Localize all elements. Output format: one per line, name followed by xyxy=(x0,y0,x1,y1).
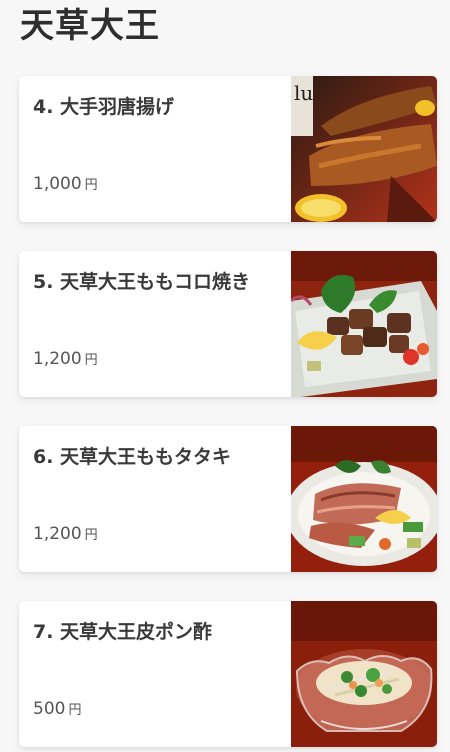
svg-text:lu: lu xyxy=(294,81,313,105)
menu-item-card[interactable]: 4. 大手羽唐揚げ 1,000 円 lu xyxy=(19,76,437,222)
price-value: 1,200 xyxy=(33,524,82,544)
price-unit: 円 xyxy=(84,178,98,193)
grilled-chicken-thigh-cubes-photo[interactable] xyxy=(291,251,437,397)
price-value: 500 xyxy=(33,699,66,719)
menu-page: 天草大王 4. 大手羽唐揚げ 1,000 円 lu 5. 天草大王ももコロ焼き … xyxy=(0,0,450,752)
menu-item-name: 5. 天草大王ももコロ焼き xyxy=(33,271,251,293)
menu-item-price: 1,200 円 xyxy=(33,349,98,371)
menu-item-card[interactable]: 7. 天草大王皮ポン酢 500 円 xyxy=(19,601,437,747)
price-value: 1,200 xyxy=(33,349,82,369)
fried-chicken-wings-photo[interactable]: lu xyxy=(291,76,437,222)
page-title: 天草大王 xyxy=(20,6,160,46)
menu-item-price: 1,000 円 xyxy=(33,174,98,196)
chicken-skin-ponzu-glass-bowl-photo[interactable] xyxy=(291,601,437,747)
menu-item-card[interactable]: 6. 天草大王ももタタキ 1,200 円 xyxy=(19,426,437,572)
menu-item-price: 500 円 xyxy=(33,699,81,721)
menu-item-name: 6. 天草大王ももタタキ xyxy=(33,446,232,468)
price-value: 1,000 xyxy=(33,174,82,194)
menu-item-price: 1,200 円 xyxy=(33,524,98,546)
seared-chicken-tataki-photo[interactable] xyxy=(291,426,437,572)
price-unit: 円 xyxy=(68,703,82,718)
menu-item-card[interactable]: 5. 天草大王ももコロ焼き 1,200 円 xyxy=(19,251,437,397)
price-unit: 円 xyxy=(84,528,98,543)
price-unit: 円 xyxy=(84,353,98,368)
menu-item-name: 4. 大手羽唐揚げ xyxy=(33,96,175,118)
menu-item-name: 7. 天草大王皮ポン酢 xyxy=(33,621,213,643)
